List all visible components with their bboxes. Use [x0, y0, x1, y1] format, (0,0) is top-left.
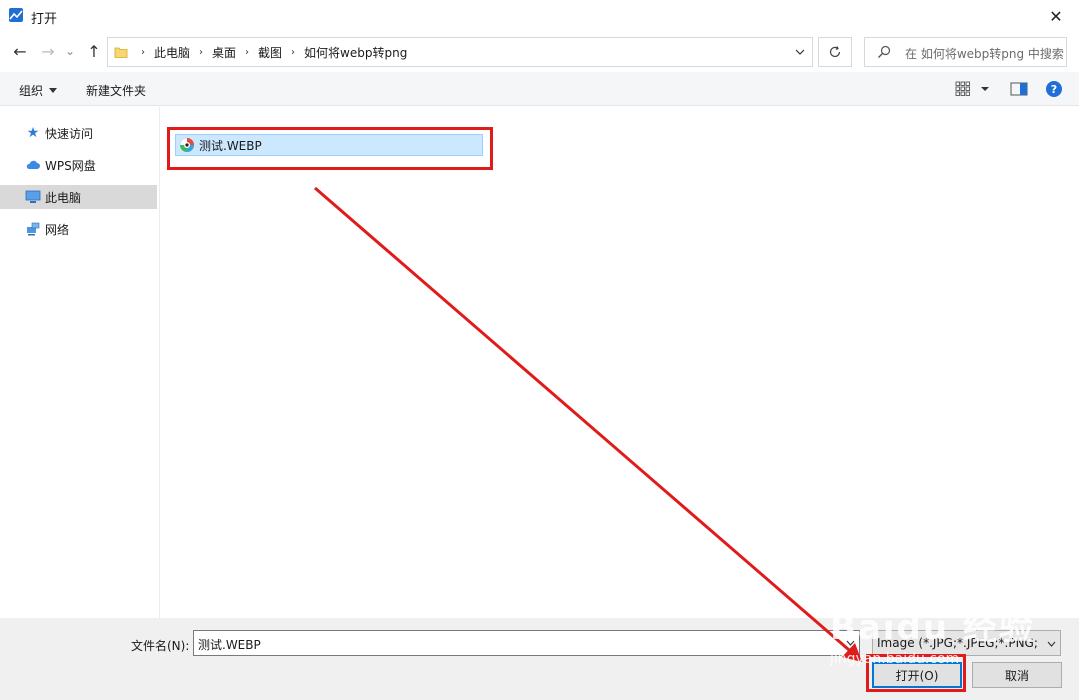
breadcrumb-item-desktop[interactable]: 桌面	[212, 44, 236, 61]
view-grid-icon	[955, 81, 989, 96]
address-bar[interactable]: › 此电脑 › 桌面 › 截图 › 如何将webp转png	[107, 37, 813, 67]
title-bar: 打开 ✕	[0, 0, 1079, 32]
filename-input[interactable]: 测试.WEBP	[193, 630, 860, 656]
search-placeholder: 在 如何将webp转png 中搜索	[905, 47, 1064, 61]
breadcrumb-separator: ›	[141, 46, 145, 58]
breadcrumb-separator: ›	[245, 46, 250, 58]
file-list-area[interactable]	[161, 107, 1079, 618]
organize-label: 组织	[19, 84, 44, 98]
address-dropdown-button[interactable]	[792, 44, 808, 60]
cloud-icon	[26, 160, 40, 169]
help-button[interactable]: ?	[1046, 81, 1062, 97]
up-button[interactable]: ↑	[84, 41, 104, 61]
organize-button[interactable]: 组织	[19, 82, 58, 99]
back-arrow-icon: ←	[13, 41, 27, 61]
chevron-down-icon	[795, 49, 805, 55]
refresh-button[interactable]	[818, 37, 852, 67]
preview-pane-button[interactable]	[1010, 81, 1028, 97]
refresh-icon	[829, 46, 841, 58]
command-bar: 组织 新建文件夹 ?	[0, 72, 1079, 106]
forward-arrow-icon: →	[41, 41, 55, 61]
breadcrumb: › 此电脑 › 桌面 › 截图 › 如何将webp转png	[132, 38, 407, 66]
computer-icon	[25, 190, 41, 203]
file-name: 测试.WEBP	[199, 138, 262, 153]
sidebar-item-this-pc[interactable]: 此电脑	[0, 185, 157, 209]
file-item[interactable]: 测试.WEBP	[175, 134, 483, 156]
up-arrow-icon: ↑	[87, 41, 101, 61]
sidebar-item-label: WPS网盘	[45, 158, 96, 173]
navigation-pane: ★ 快速访问 WPS网盘 此电脑 网络	[0, 107, 160, 618]
close-button[interactable]: ✕	[1033, 0, 1079, 32]
breadcrumb-item-this-pc[interactable]: 此电脑	[154, 44, 190, 61]
sidebar-item-quick-access[interactable]: ★ 快速访问	[0, 121, 157, 145]
forward-button[interactable]: →	[38, 41, 58, 61]
window-title: 打开	[31, 12, 58, 27]
breadcrumb-item-screenshots[interactable]: 截图	[258, 44, 282, 61]
watermark-sub-text: jingyan.baidu.com	[830, 651, 960, 667]
back-button[interactable]: ←	[10, 41, 30, 61]
new-folder-button[interactable]: 新建文件夹	[86, 82, 146, 99]
folder-icon	[114, 47, 128, 58]
sidebar-item-network[interactable]: 网络	[0, 217, 157, 241]
app-photo-icon	[9, 8, 23, 22]
sidebar-item-label: 网络	[45, 222, 70, 237]
sidebar-item-wps-cloud[interactable]: WPS网盘	[0, 153, 157, 177]
caret-down-icon	[49, 88, 58, 93]
breadcrumb-separator: ›	[199, 46, 204, 58]
network-icon	[27, 222, 40, 236]
preview-pane-icon	[1010, 82, 1028, 96]
sidebar-item-label: 此电脑	[45, 190, 82, 205]
close-icon: ✕	[1049, 6, 1063, 26]
breadcrumb-item-current-folder[interactable]: 如何将webp转png	[304, 44, 407, 61]
breadcrumb-separator: ›	[291, 46, 296, 58]
baidu-watermark: Baidu 经验 jingyan.baidu.com	[830, 600, 1060, 680]
sidebar-item-label: 快速访问	[45, 126, 94, 141]
search-icon	[878, 45, 891, 58]
change-view-button[interactable]	[955, 81, 991, 97]
recent-locations-button[interactable]: ⌄	[63, 41, 77, 61]
star-icon: ★	[26, 125, 40, 141]
filename-label: 文件名(N):	[131, 639, 190, 653]
filename-value: 测试.WEBP	[198, 638, 261, 652]
watermark-main-text: Baidu 经验	[830, 608, 1035, 648]
search-box[interactable]: 在 如何将webp转png 中搜索	[864, 37, 1067, 67]
chevron-down-icon: ⌄	[64, 44, 76, 58]
webp-file-icon	[179, 137, 195, 153]
